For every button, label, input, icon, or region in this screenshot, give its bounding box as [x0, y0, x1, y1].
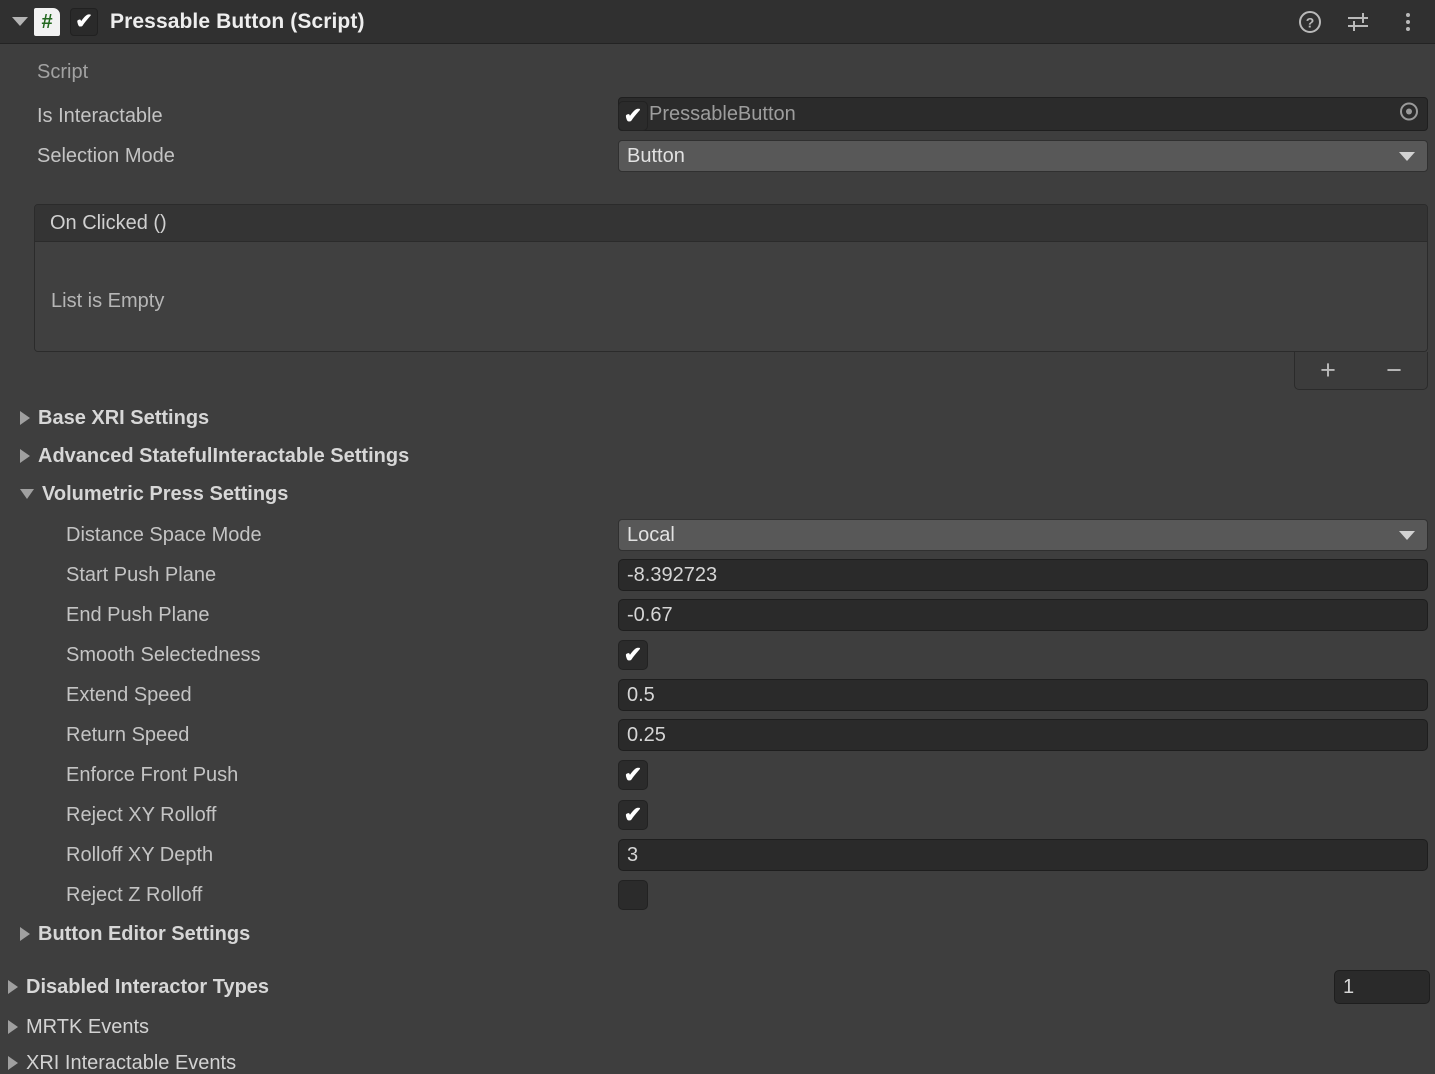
script-icon-glyph: # — [41, 10, 53, 33]
distance-space-mode-row: Distance Space Mode Local — [0, 515, 1435, 555]
foldout-volumetric-press-settings[interactable]: Volumetric Press Settings — [20, 475, 288, 513]
disabled-interactor-count-input[interactable]: 1 — [1334, 970, 1430, 1004]
on-clicked-empty-text: List is Empty — [51, 290, 165, 312]
foldout-xri-interactable-events[interactable]: XRI Interactable Events — [8, 1044, 236, 1074]
enforce-front-push-checkbox[interactable]: ✔ — [618, 760, 648, 790]
reject-z-rolloff-label: Reject Z Rolloff — [66, 883, 203, 906]
chevron-down-icon — [1399, 151, 1415, 161]
selection-mode-value: Button — [627, 144, 685, 167]
chevron-right-icon — [8, 1056, 18, 1070]
return-speed-value: 0.25 — [627, 723, 666, 746]
checkmark-icon: ✔ — [623, 762, 643, 787]
foldout-advanced-statefulinteractable-settings[interactable]: Advanced StatefulInteractable Settings — [20, 437, 409, 475]
add-event-button[interactable]: + — [1320, 357, 1336, 384]
foldout-label: Base XRI Settings — [38, 406, 210, 429]
more-menu-icon[interactable] — [1395, 9, 1421, 35]
distance-space-mode-label: Distance Space Mode — [66, 523, 262, 546]
enforce-front-push-label: Enforce Front Push — [66, 763, 239, 786]
rolloff-xy-depth-row: Rolloff XY Depth 3 — [0, 835, 1435, 875]
on-clicked-header[interactable]: On Clicked () — [35, 205, 1427, 242]
start-push-plane-value: -8.392723 — [627, 563, 718, 586]
selection-mode-dropdown[interactable]: Button — [618, 140, 1428, 172]
help-icon[interactable]: ? — [1297, 9, 1323, 35]
distance-space-mode-dropdown[interactable]: Local — [618, 519, 1428, 551]
is-interactable-checkbox[interactable]: ✔ — [618, 101, 648, 131]
disabled-interactor-count-value: 1 — [1343, 975, 1355, 998]
chevron-right-icon — [20, 927, 30, 941]
header-icon-group: ? — [1297, 0, 1421, 44]
chevron-down-icon — [1399, 530, 1415, 540]
start-push-plane-row: Start Push Plane -8.392723 — [0, 555, 1435, 595]
selection-mode-label: Selection Mode — [37, 144, 175, 167]
preset-icon[interactable] — [1346, 9, 1372, 35]
start-push-plane-input[interactable]: -8.392723 — [618, 559, 1428, 591]
csharp-script-icon: # — [34, 7, 60, 36]
selection-mode-row: Selection Mode Button — [0, 136, 1435, 176]
foldout-label: Volumetric Press Settings — [42, 482, 289, 505]
checkmark-icon: ✔ — [75, 10, 93, 33]
rolloff-xy-depth-label: Rolloff XY Depth — [66, 843, 214, 866]
component-header[interactable]: # ✔ Pressable Button (Script) ? — [0, 0, 1435, 44]
rolloff-xy-depth-input[interactable]: 3 — [618, 839, 1428, 871]
chevron-right-icon — [20, 411, 30, 425]
foldout-disabled-interactor-types[interactable]: Disabled Interactor Types — [8, 968, 269, 1006]
script-row: Script # PressableButton — [0, 44, 1435, 131]
is-interactable-row: Is Interactable ✔ — [0, 96, 1435, 136]
rolloff-xy-depth-value: 3 — [627, 843, 639, 866]
foldout-label: XRI Interactable Events — [26, 1051, 237, 1074]
end-push-plane-input[interactable]: -0.67 — [618, 599, 1428, 631]
reject-xy-rolloff-label: Reject XY Rolloff — [66, 803, 217, 826]
chevron-right-icon — [8, 1020, 18, 1034]
end-push-plane-row: End Push Plane -0.67 — [0, 595, 1435, 635]
return-speed-row: Return Speed 0.25 — [0, 715, 1435, 755]
script-label: Script — [37, 60, 89, 83]
extend-speed-input[interactable]: 0.5 — [618, 679, 1428, 711]
smooth-selectedness-label: Smooth Selectedness — [66, 643, 261, 666]
reject-xy-rolloff-checkbox[interactable]: ✔ — [618, 800, 648, 830]
chevron-right-icon — [8, 980, 18, 994]
svg-text:?: ? — [1306, 15, 1315, 31]
foldout-label: Button Editor Settings — [38, 922, 251, 945]
inspector-panel: # ✔ Pressable Button (Script) ? Script P… — [0, 0, 1435, 1074]
end-push-plane-value: -0.67 — [627, 603, 673, 626]
checkmark-icon: ✔ — [623, 103, 643, 128]
end-push-plane-label: End Push Plane — [66, 603, 210, 626]
start-push-plane-label: Start Push Plane — [66, 563, 217, 586]
checkmark-icon: ✔ — [623, 642, 643, 667]
return-speed-label: Return Speed — [66, 723, 190, 746]
return-speed-input[interactable]: 0.25 — [618, 719, 1428, 751]
checkmark-icon: ✔ — [623, 802, 643, 827]
foldout-label: MRTK Events — [26, 1015, 149, 1038]
foldout-label: Disabled Interactor Types — [26, 975, 270, 998]
remove-event-button[interactable]: − — [1386, 357, 1402, 384]
foldout-base-xri-settings[interactable]: Base XRI Settings — [20, 399, 209, 437]
component-foldout-icon[interactable] — [12, 17, 28, 26]
extend-speed-label: Extend Speed — [66, 683, 192, 706]
component-enabled-checkbox[interactable]: ✔ — [70, 7, 98, 36]
extend-speed-value: 0.5 — [627, 683, 655, 706]
distance-space-mode-value: Local — [627, 523, 675, 546]
extend-speed-row: Extend Speed 0.5 — [0, 675, 1435, 715]
is-interactable-label: Is Interactable — [37, 104, 163, 127]
enforce-front-push-row: Enforce Front Push ✔ — [0, 755, 1435, 795]
reject-xy-rolloff-row: Reject XY Rolloff ✔ — [0, 795, 1435, 835]
smooth-selectedness-checkbox[interactable]: ✔ — [618, 640, 648, 670]
reject-z-rolloff-row: Reject Z Rolloff — [0, 875, 1435, 915]
foldout-mrtk-events[interactable]: MRTK Events — [8, 1008, 149, 1046]
foldout-button-editor-settings[interactable]: Button Editor Settings — [20, 915, 250, 953]
chevron-right-icon — [20, 449, 30, 463]
reject-z-rolloff-checkbox[interactable] — [618, 880, 648, 910]
on-clicked-event-box: On Clicked () List is Empty — [34, 204, 1428, 352]
on-clicked-body: List is Empty — [35, 242, 1427, 351]
on-clicked-list-buttons: + − — [1294, 352, 1428, 390]
chevron-down-icon — [20, 489, 34, 499]
component-title: Pressable Button (Script) — [110, 9, 365, 33]
smooth-selectedness-row: Smooth Selectedness ✔ — [0, 635, 1435, 675]
foldout-label: Advanced StatefulInteractable Settings — [38, 444, 410, 467]
